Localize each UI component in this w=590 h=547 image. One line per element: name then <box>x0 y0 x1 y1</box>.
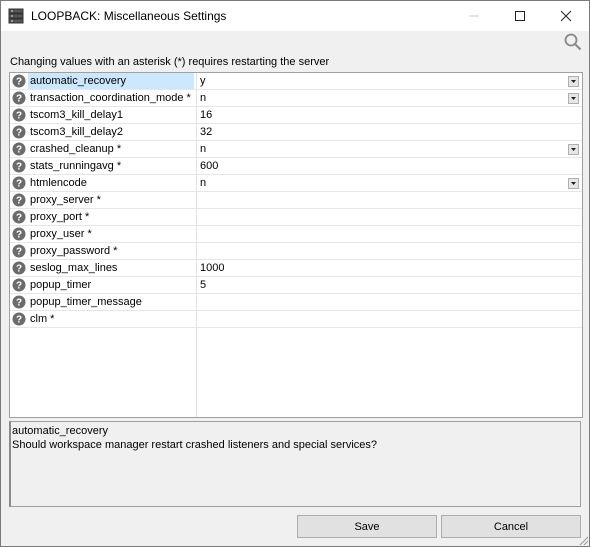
question-icon[interactable]: ? <box>12 227 26 241</box>
setting-row[interactable]: ? transaction_coordination_mode * n <box>10 90 582 107</box>
setting-row[interactable]: ? seslog_max_lines 1000 <box>10 260 582 277</box>
setting-value[interactable]: 32 <box>200 126 212 138</box>
question-icon[interactable]: ? <box>12 74 26 88</box>
setting-row[interactable]: ? tscom3_kill_delay1 16 <box>10 107 582 124</box>
question-icon[interactable]: ? <box>12 159 26 173</box>
window-title: LOOPBACK: Miscellaneous Settings <box>31 9 227 23</box>
close-button[interactable] <box>543 1 589 31</box>
setting-row[interactable]: ? clm * <box>10 311 582 328</box>
dropdown-button[interactable] <box>568 144 579 155</box>
setting-row[interactable]: ? popup_timer_message <box>10 294 582 311</box>
minimize-button[interactable] <box>451 1 497 31</box>
settings-grid: ? automatic_recovery y? transaction_coordin… <box>9 72 583 418</box>
svg-text:?: ? <box>16 77 22 88</box>
svg-text:?: ? <box>16 298 22 309</box>
svg-text:?: ? <box>16 128 22 139</box>
setting-name: automatic_recovery <box>30 75 126 87</box>
setting-row[interactable]: ? tscom3_kill_delay2 32 <box>10 124 582 141</box>
resize-grip-icon[interactable] <box>577 534 589 546</box>
svg-text:?: ? <box>16 162 22 173</box>
setting-name: proxy_port * <box>30 211 90 223</box>
question-icon[interactable]: ? <box>12 176 26 190</box>
setting-name: popup_timer_message <box>30 296 142 308</box>
chevron-down-icon <box>571 148 576 151</box>
question-icon[interactable]: ? <box>12 91 26 105</box>
svg-text:?: ? <box>16 179 22 190</box>
question-icon[interactable]: ? <box>12 244 26 258</box>
chevron-down-icon <box>571 182 576 185</box>
svg-text:?: ? <box>16 94 22 105</box>
description-title: automatic_recovery <box>12 425 108 437</box>
question-icon[interactable]: ? <box>12 193 26 207</box>
svg-text:?: ? <box>16 281 22 292</box>
chevron-down-icon <box>571 97 576 100</box>
svg-text:?: ? <box>16 315 22 326</box>
setting-value[interactable]: 5 <box>200 279 206 291</box>
minimize-icon <box>469 15 479 17</box>
setting-row[interactable]: ? proxy_user * <box>10 226 582 243</box>
setting-name: proxy_password * <box>30 245 118 257</box>
svg-text:?: ? <box>16 196 22 207</box>
title-bar: LOOPBACK: Miscellaneous Settings <box>1 1 589 31</box>
question-icon[interactable]: ? <box>12 295 26 309</box>
setting-row[interactable]: ? htmlencode n <box>10 175 582 192</box>
svg-text:?: ? <box>16 111 22 122</box>
setting-value[interactable]: 16 <box>200 109 212 121</box>
restart-notice: Changing values with an asterisk (*) req… <box>10 56 330 68</box>
setting-value[interactable]: n <box>200 143 206 155</box>
setting-row[interactable]: ? automatic_recovery y <box>10 73 582 90</box>
setting-row[interactable]: ? stats_runningavg * 600 <box>10 158 582 175</box>
question-icon[interactable]: ? <box>12 312 26 326</box>
setting-name: popup_timer <box>30 279 92 291</box>
dropdown-button[interactable] <box>568 178 579 189</box>
settings-window: LOOPBACK: Miscellaneous Settings Changin… <box>0 0 590 547</box>
close-icon <box>560 10 572 22</box>
setting-name: clm * <box>30 313 55 325</box>
setting-value[interactable]: 1000 <box>200 262 224 274</box>
maximize-button[interactable] <box>497 1 543 31</box>
question-icon[interactable]: ? <box>12 125 26 139</box>
setting-value[interactable]: n <box>200 177 206 189</box>
svg-text:?: ? <box>16 213 22 224</box>
setting-name: tscom3_kill_delay1 <box>30 109 123 121</box>
chevron-down-icon <box>571 80 576 83</box>
setting-row[interactable]: ? proxy_port * <box>10 209 582 226</box>
question-icon[interactable]: ? <box>12 278 26 292</box>
question-icon[interactable]: ? <box>12 261 26 275</box>
setting-value[interactable]: 600 <box>200 160 218 172</box>
setting-name: crashed_cleanup * <box>30 143 122 155</box>
svg-text:?: ? <box>16 230 22 241</box>
question-icon[interactable]: ? <box>12 108 26 122</box>
svg-text:?: ? <box>16 264 22 275</box>
setting-name: stats_runningavg * <box>30 160 122 172</box>
setting-row[interactable]: ? proxy_password * <box>10 243 582 260</box>
setting-row[interactable]: ? proxy_server * <box>10 192 582 209</box>
setting-name: proxy_user * <box>30 228 92 240</box>
question-icon[interactable]: ? <box>12 142 26 156</box>
description-panel: automatic_recovery Should workspace mana… <box>9 421 581 507</box>
setting-row[interactable]: ? popup_timer 5 <box>10 277 582 294</box>
dropdown-button[interactable] <box>568 93 579 104</box>
dropdown-button[interactable] <box>568 76 579 87</box>
description-text: Should workspace manager restart crashed… <box>12 439 378 451</box>
setting-value[interactable]: n <box>200 92 206 104</box>
maximize-icon <box>515 11 525 21</box>
setting-row[interactable]: ? crashed_cleanup * n <box>10 141 582 158</box>
server-icon <box>8 8 24 24</box>
setting-name: htmlencode <box>30 177 87 189</box>
svg-text:?: ? <box>16 145 22 156</box>
setting-value[interactable]: y <box>200 75 206 87</box>
setting-name: seslog_max_lines <box>30 262 118 274</box>
save-button[interactable]: Save <box>297 515 437 538</box>
question-icon[interactable]: ? <box>12 210 26 224</box>
cancel-button[interactable]: Cancel <box>441 515 581 538</box>
setting-name: tscom3_kill_delay2 <box>30 126 123 138</box>
setting-name: proxy_server * <box>30 194 101 206</box>
setting-name: transaction_coordination_mode * <box>30 92 191 104</box>
search-icon[interactable] <box>564 33 582 51</box>
svg-text:?: ? <box>16 247 22 258</box>
